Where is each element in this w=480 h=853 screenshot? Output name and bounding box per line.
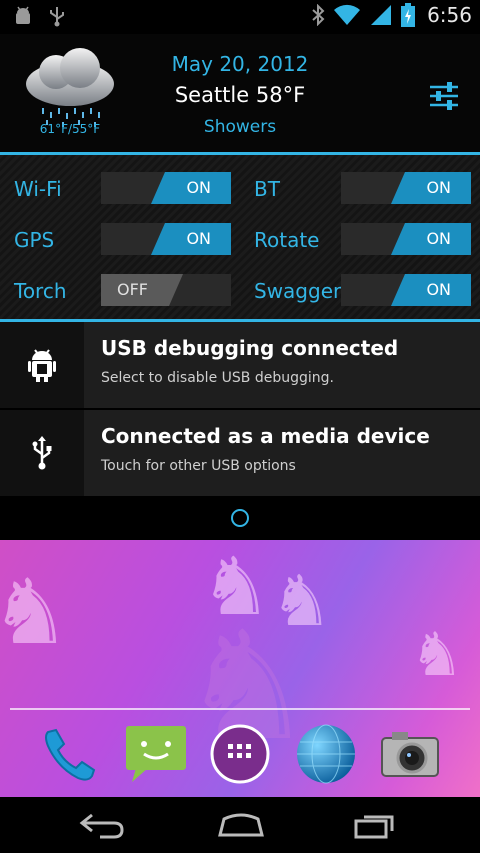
handle-ring-icon <box>231 509 249 527</box>
status-bar: 6:56 <box>0 0 480 34</box>
bt-toggle[interactable]: ON <box>341 172 471 204</box>
unicorn-decoration: ♞ <box>0 560 71 665</box>
rotate-toggle[interactable]: ON <box>341 223 471 255</box>
recents-icon[interactable] <box>352 811 402 839</box>
dock-divider <box>10 708 470 710</box>
unicorn-decoration: ♞ <box>410 620 464 690</box>
weather-condition: Showers <box>203 117 277 137</box>
notification-shade: 61°F/55°F May 20, 2012 Seattle 58°F Show… <box>0 34 480 540</box>
navigation-bar <box>0 797 480 853</box>
clock: 6:56 <box>427 3 472 27</box>
bt-toggle-state: ON <box>426 178 451 197</box>
gps-toggle-state: ON <box>186 229 211 248</box>
gps-toggle[interactable]: ON <box>101 223 231 255</box>
torch-toggle[interactable]: OFF <box>101 274 231 306</box>
weather-city-temp: Seattle 58°F <box>174 83 306 107</box>
torch-toggle-state: OFF <box>117 280 148 299</box>
notification-media-device[interactable]: Connected as a media device Touch for ot… <box>0 410 480 496</box>
notification-icon-area <box>0 322 84 408</box>
usb-icon <box>32 436 52 470</box>
notification-subtitle: Select to disable USB debugging. <box>101 370 334 386</box>
swagger-toggle-state: ON <box>426 280 451 299</box>
rotate-toggle-state: ON <box>426 229 451 248</box>
toggle-label-swagger: Swagger <box>254 279 342 303</box>
hi-lo-temperature: 61°F/55°F <box>39 122 101 136</box>
phone-icon[interactable] <box>38 722 102 786</box>
wifi-toggle[interactable]: ON <box>101 172 231 204</box>
android-debug-icon <box>28 349 56 382</box>
wifi-toggle-state: ON <box>186 178 211 197</box>
toggle-label-bt: BT <box>254 177 280 201</box>
toggle-label-gps: GPS <box>14 228 55 252</box>
swagger-toggle[interactable]: ON <box>341 274 471 306</box>
camera-icon[interactable] <box>378 722 442 786</box>
android-debug-icon <box>16 6 30 24</box>
browser-icon[interactable] <box>294 722 358 786</box>
notification-subtitle: Touch for other USB options <box>101 458 296 474</box>
app-drawer-icon[interactable] <box>208 722 272 786</box>
weather-date: May 20, 2012 <box>171 52 309 76</box>
battery-icon <box>401 3 416 27</box>
settings-sliders-icon[interactable] <box>428 82 460 110</box>
shade-drag-handle[interactable] <box>0 496 480 540</box>
back-icon[interactable] <box>78 811 128 839</box>
notification-usb-debugging[interactable]: USB debugging connected Select to disabl… <box>0 322 480 408</box>
messaging-icon[interactable] <box>124 722 188 786</box>
usb-icon <box>50 7 64 27</box>
quick-toggles-panel: Wi-Fi ON BT ON GPS ON Rotate ON Torch OF… <box>0 155 480 322</box>
signal-icon <box>371 5 392 25</box>
toggle-label-wifi: Wi-Fi <box>14 177 62 201</box>
notification-icon-area <box>0 410 84 496</box>
toggle-label-torch: Torch <box>14 279 67 303</box>
bluetooth-icon <box>312 4 325 26</box>
toggle-label-rotate: Rotate <box>254 228 320 252</box>
notification-title: Connected as a media device <box>101 424 430 448</box>
home-icon[interactable] <box>216 811 266 839</box>
weather-panel[interactable]: 61°F/55°F May 20, 2012 Seattle 58°F Show… <box>0 34 480 155</box>
wifi-icon <box>334 4 361 25</box>
home-wallpaper: ♞ ♞ ♞ ♞ ♞ <box>0 540 480 797</box>
notification-title: USB debugging connected <box>101 336 399 360</box>
